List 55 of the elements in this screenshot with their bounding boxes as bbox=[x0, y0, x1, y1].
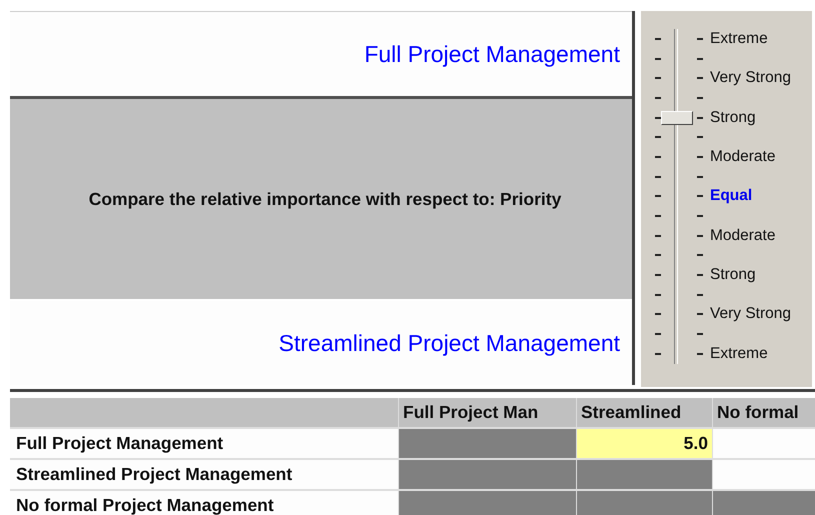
scale-label: Very Strong bbox=[710, 69, 791, 88]
tick-mark bbox=[655, 195, 661, 198]
tick-mark bbox=[655, 333, 661, 336]
tick-mark bbox=[697, 96, 703, 99]
scale-label: Moderate bbox=[710, 226, 776, 245]
tick-mark bbox=[655, 313, 661, 316]
column-header: Full Project Man bbox=[399, 398, 576, 427]
tick-mark bbox=[697, 176, 703, 178]
scale-label: Moderate bbox=[710, 148, 776, 166]
tick-mark bbox=[655, 77, 661, 80]
tick-mark bbox=[655, 234, 661, 237]
table-cell[interactable] bbox=[713, 429, 815, 458]
tick-mark bbox=[655, 136, 661, 138]
table-cell[interactable]: 5.0 bbox=[577, 429, 712, 458]
tick-mark bbox=[697, 234, 703, 237]
comparison-prompt: Compare the relative importance with respect to: Priority bbox=[10, 99, 632, 301]
tick-mark bbox=[655, 294, 661, 296]
tick-mark bbox=[697, 156, 703, 158]
tick-mark bbox=[655, 96, 661, 99]
tick-mark bbox=[655, 254, 661, 256]
option-label: Full Project Management bbox=[10, 11, 632, 99]
scale-label: Strong bbox=[710, 266, 756, 284]
scale-label: Extreme bbox=[710, 344, 768, 363]
tick-mark bbox=[655, 38, 661, 40]
tick-mark bbox=[655, 156, 661, 158]
tick-mark bbox=[655, 215, 661, 218]
scale-label: Strong bbox=[710, 108, 756, 127]
tick-mark bbox=[697, 195, 703, 198]
table-cell[interactable] bbox=[713, 460, 815, 489]
scale-label: Equal bbox=[710, 187, 752, 206]
tick-mark bbox=[697, 294, 703, 296]
slider-thumb[interactable] bbox=[661, 110, 693, 125]
scale-label: Extreme bbox=[710, 30, 768, 48]
tick-mark bbox=[697, 38, 703, 40]
tick-mark bbox=[655, 116, 661, 119]
tick-mark bbox=[697, 116, 703, 119]
tick-mark bbox=[697, 136, 703, 138]
tick-mark bbox=[655, 352, 661, 355]
column-header: No formal bbox=[713, 398, 815, 427]
tick-mark bbox=[697, 333, 703, 336]
scale-label: Very Strong bbox=[710, 305, 791, 324]
tick-mark bbox=[697, 313, 703, 316]
row-header: Streamlined Project Management bbox=[10, 460, 398, 489]
tick-mark bbox=[655, 58, 661, 60]
tick-mark bbox=[697, 58, 703, 60]
tick-mark bbox=[655, 274, 661, 276]
row-header: No formal Project Management bbox=[10, 491, 398, 515]
tick-mark bbox=[655, 176, 661, 178]
tick-mark bbox=[697, 352, 703, 355]
tick-mark bbox=[697, 274, 703, 276]
column-header: Streamlined bbox=[577, 398, 712, 427]
tick-mark bbox=[697, 77, 703, 80]
tick-mark bbox=[697, 215, 703, 218]
tick-mark bbox=[697, 254, 703, 256]
row-header: Full Project Management bbox=[10, 429, 398, 458]
